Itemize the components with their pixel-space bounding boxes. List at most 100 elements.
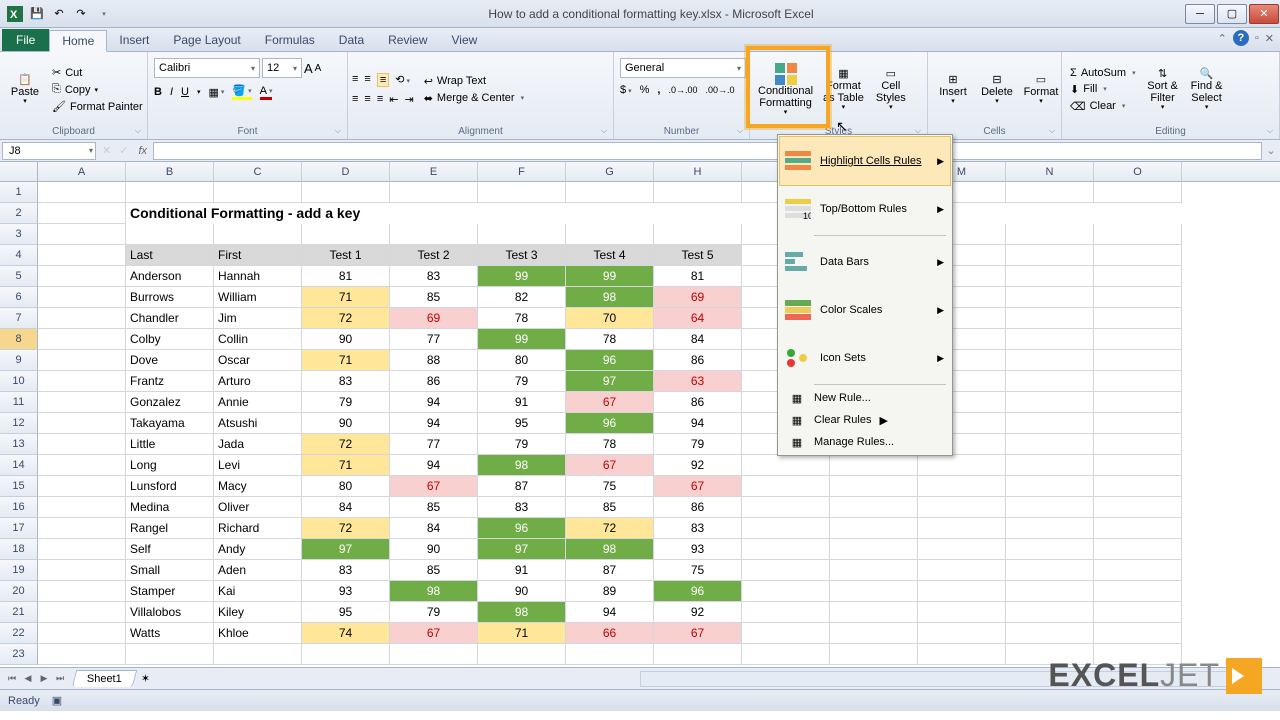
cell[interactable] [1006, 287, 1094, 308]
font-size-combo[interactable]: 12▾ [262, 58, 302, 78]
cell[interactable] [302, 644, 390, 665]
col-header-H[interactable]: H [654, 162, 742, 181]
font-color-icon[interactable]: A [260, 85, 273, 100]
cell[interactable]: Burrows [126, 287, 214, 308]
tab-view[interactable]: View [440, 29, 490, 51]
cell[interactable]: 66 [566, 623, 654, 644]
cell[interactable] [918, 518, 1006, 539]
cell[interactable] [742, 518, 830, 539]
cell[interactable]: 78 [478, 308, 566, 329]
col-header-A[interactable]: A [38, 162, 126, 181]
col-header-E[interactable]: E [390, 162, 478, 181]
cell[interactable] [1094, 350, 1182, 371]
cell[interactable] [1094, 539, 1182, 560]
decrease-decimal-icon[interactable]: .00→.0 [706, 85, 735, 95]
row-header[interactable]: 6 [0, 287, 38, 308]
select-all-corner[interactable] [0, 162, 38, 181]
cell[interactable] [478, 182, 566, 203]
italic-button[interactable]: I [170, 86, 173, 98]
cell[interactable] [38, 350, 126, 371]
cell[interactable]: 79 [302, 392, 390, 413]
cell[interactable]: 99 [478, 266, 566, 287]
cell[interactable]: Atsushi [214, 413, 302, 434]
cell[interactable] [1094, 266, 1182, 287]
cell[interactable]: 63 [654, 371, 742, 392]
cell[interactable]: 71 [302, 455, 390, 476]
cf-manage-rules[interactable]: ▦Manage Rules... [780, 431, 950, 453]
cell[interactable] [1006, 434, 1094, 455]
row-header[interactable]: 21 [0, 602, 38, 623]
cell[interactable] [1094, 224, 1182, 245]
cell[interactable]: Andy [214, 539, 302, 560]
col-header-D[interactable]: D [302, 162, 390, 181]
cell[interactable] [38, 518, 126, 539]
cell[interactable]: 97 [566, 371, 654, 392]
cell[interactable]: 72 [302, 308, 390, 329]
cell[interactable]: Stamper [126, 581, 214, 602]
cell[interactable]: 99 [478, 329, 566, 350]
cell[interactable]: 86 [654, 392, 742, 413]
cell[interactable]: 94 [566, 602, 654, 623]
cell[interactable] [38, 644, 126, 665]
cell[interactable] [1094, 497, 1182, 518]
fx-icon[interactable]: fx [132, 145, 153, 157]
row-header[interactable]: 20 [0, 581, 38, 602]
cell[interactable]: Self [126, 539, 214, 560]
tab-insert[interactable]: Insert [107, 29, 161, 51]
cell[interactable]: Gonzalez [126, 392, 214, 413]
cell[interactable]: 83 [302, 371, 390, 392]
cell[interactable]: 69 [390, 308, 478, 329]
cell[interactable]: 67 [654, 623, 742, 644]
cell[interactable]: 90 [478, 581, 566, 602]
cell[interactable]: 85 [390, 287, 478, 308]
cell[interactable]: 67 [390, 623, 478, 644]
cell[interactable]: Long [126, 455, 214, 476]
row-header[interactable]: 10 [0, 371, 38, 392]
format-as-table-button[interactable]: ▦ Format as Table▾ [819, 57, 868, 123]
cell[interactable] [830, 455, 918, 476]
cell[interactable]: First [214, 245, 302, 266]
cell[interactable]: 94 [390, 413, 478, 434]
cell[interactable]: 67 [566, 455, 654, 476]
cell[interactable]: 85 [390, 497, 478, 518]
cell[interactable]: Watts [126, 623, 214, 644]
cell[interactable]: 80 [302, 476, 390, 497]
cell[interactable] [830, 581, 918, 602]
col-header-F[interactable]: F [478, 162, 566, 181]
cell[interactable]: Khloe [214, 623, 302, 644]
cell[interactable]: 98 [478, 602, 566, 623]
cell[interactable] [1094, 371, 1182, 392]
cell[interactable]: 97 [302, 539, 390, 560]
cell[interactable] [918, 623, 1006, 644]
redo-icon[interactable]: ↷ [72, 5, 90, 23]
cell[interactable] [1006, 392, 1094, 413]
cell[interactable]: 77 [390, 329, 478, 350]
format-painter-button[interactable]: 🖌Format Painter [48, 99, 147, 114]
cell[interactable]: William [214, 287, 302, 308]
tab-data[interactable]: Data [327, 29, 376, 51]
cell[interactable] [1006, 266, 1094, 287]
cell[interactable]: 71 [302, 350, 390, 371]
row-header[interactable]: 19 [0, 560, 38, 581]
cell[interactable] [38, 413, 126, 434]
cell[interactable] [478, 644, 566, 665]
cell[interactable] [830, 623, 918, 644]
cell[interactable]: 75 [566, 476, 654, 497]
cell[interactable] [38, 392, 126, 413]
file-tab[interactable]: File [2, 29, 49, 51]
cell[interactable] [742, 539, 830, 560]
cell[interactable]: 90 [390, 539, 478, 560]
cell[interactable] [742, 602, 830, 623]
cell[interactable]: 69 [654, 287, 742, 308]
cell[interactable] [38, 287, 126, 308]
percent-icon[interactable]: % [640, 84, 650, 96]
row-header[interactable]: 17 [0, 518, 38, 539]
cell[interactable]: 82 [478, 287, 566, 308]
cell[interactable]: Levi [214, 455, 302, 476]
clear-button[interactable]: ⌫Clear [1066, 99, 1140, 114]
cell[interactable] [1094, 308, 1182, 329]
cell[interactable] [214, 644, 302, 665]
cell[interactable] [742, 497, 830, 518]
col-header-G[interactable]: G [566, 162, 654, 181]
tab-home[interactable]: Home [49, 30, 107, 52]
